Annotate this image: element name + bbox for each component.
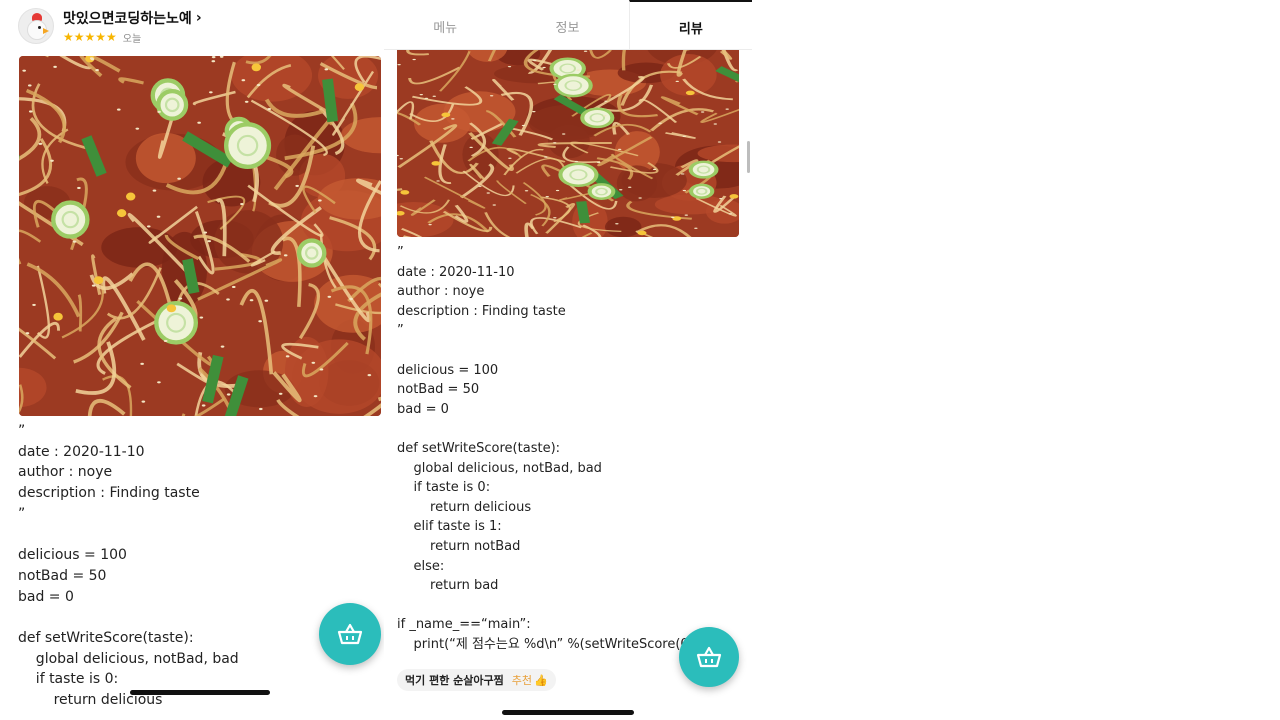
reviewer-name[interactable]: 맛있으면코딩하는노예 <box>63 8 192 28</box>
shopping-basket-icon <box>696 646 722 668</box>
review-date: 오늘 <box>122 33 142 45</box>
tab-bar: 메뉴 정보 리뷰 <box>384 0 752 50</box>
tab-menu[interactable]: 메뉴 <box>384 0 506 49</box>
home-indicator[interactable] <box>502 710 634 715</box>
reviewer-name-row[interactable]: 맛있으면코딩하는노예 › <box>63 8 202 28</box>
review-food-photo[interactable] <box>19 56 381 416</box>
tab-info[interactable]: 정보 <box>506 0 628 49</box>
menu-recommend-tag[interactable]: 먹기 편한 순살아구찜 추천 👍 <box>397 669 556 691</box>
right-screen: 메뉴 정보 리뷰 ” date : 2020-11-10 author : no… <box>384 0 752 720</box>
chicken-avatar-icon[interactable] <box>18 8 54 44</box>
cart-button[interactable] <box>679 627 739 687</box>
avatar-eye <box>38 26 41 29</box>
thumbs-up-icon: 👍 <box>534 673 548 687</box>
review-meta: ★★★★★ 오늘 <box>63 30 202 45</box>
food-photo-image <box>397 30 739 237</box>
left-screen: 맛있으면코딩하는노예 › ★★★★★ 오늘 ” date : 2020-11-1… <box>0 0 390 720</box>
rating-stars: ★★★★★ <box>63 30 117 44</box>
cart-button[interactable] <box>319 603 381 665</box>
scrollbar[interactable] <box>747 141 750 173</box>
review-food-photo[interactable] <box>397 30 739 237</box>
review-text: ” date : 2020-11-10 author : noye descri… <box>397 245 704 652</box>
reviewer-profile[interactable]: 맛있으면코딩하는노예 › ★★★★★ 오늘 <box>18 6 202 46</box>
food-photo-image <box>19 56 381 416</box>
tab-review[interactable]: 리뷰 <box>628 0 752 49</box>
chevron-right-icon[interactable]: › <box>196 10 202 26</box>
tag-menu-name: 먹기 편한 순살아구찜 <box>405 674 504 687</box>
home-indicator[interactable] <box>130 690 270 695</box>
reviewer-text: 맛있으면코딩하는노예 › ★★★★★ 오늘 <box>63 8 202 45</box>
review-text: ” date : 2020-11-10 author : noye descri… <box>18 423 239 709</box>
avatar-beak <box>43 28 49 34</box>
shopping-basket-icon <box>337 623 363 645</box>
tag-recommend-label: 추천 <box>511 674 532 687</box>
